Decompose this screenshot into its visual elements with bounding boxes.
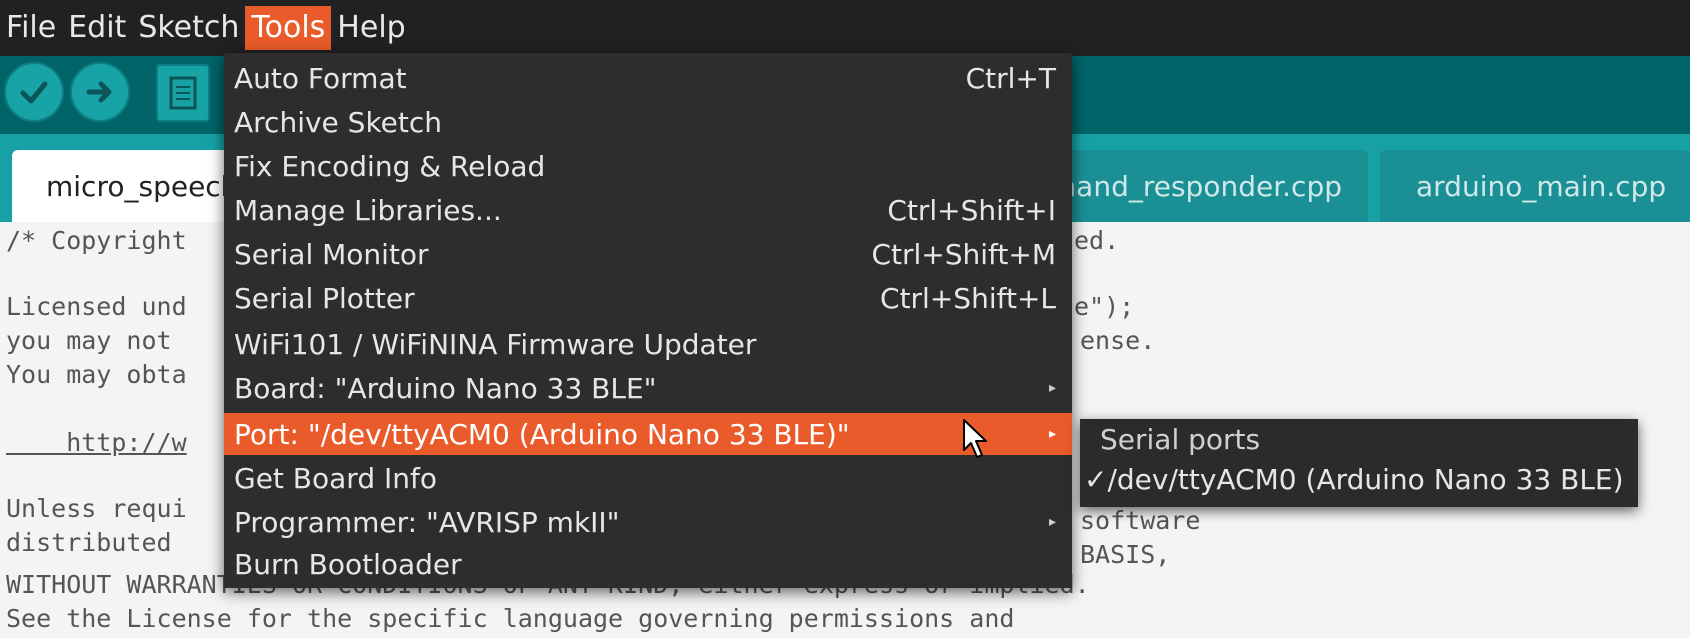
code-line: e"); — [1074, 292, 1135, 321]
menu-item-shortcut: Ctrl+Shift+I — [887, 193, 1056, 227]
menu-item-label: Fix Encoding & Reload — [234, 149, 546, 183]
menu-tools[interactable]: Tools — [245, 6, 332, 50]
menu-item-label: Get Board Info — [234, 461, 437, 495]
menu-item-board[interactable]: Board: "Arduino Nano 33 BLE" ▸ — [224, 367, 1072, 409]
menu-file[interactable]: File — [0, 6, 62, 50]
tab-label: arduino_main.cpp — [1416, 169, 1667, 203]
code-line: ed. — [1074, 226, 1120, 255]
menu-item-label: Serial Plotter — [234, 281, 415, 315]
file-icon — [169, 76, 197, 110]
menu-sketch[interactable]: Sketch — [132, 6, 245, 50]
submenu-item-port[interactable]: ✓/dev/ttyACM0 (Arduino Nano 33 BLE) — [1084, 463, 1624, 496]
code-line: distributed — [6, 528, 172, 557]
menu-item-manage-libraries[interactable]: Manage Libraries... Ctrl+Shift+I — [224, 189, 1072, 231]
tab-label: micro_speech — [46, 169, 239, 203]
menu-item-label: Archive Sketch — [234, 105, 443, 139]
menu-item-burn-bootloader[interactable]: Burn Bootloader — [224, 543, 1072, 585]
port-label: /dev/ttyACM0 (Arduino Nano 33 BLE) — [1107, 463, 1624, 496]
code-line: See the License for the specific languag… — [6, 604, 1015, 633]
menu-edit[interactable]: Edit — [62, 6, 132, 50]
check-icon — [20, 81, 48, 104]
menu-item-label: Serial Monitor — [234, 237, 429, 271]
code-line: /* Copyright — [6, 226, 187, 255]
code-line: Unless requi — [6, 494, 187, 523]
submenu-arrow-icon: ▸ — [1048, 426, 1056, 442]
menu-item-label: Manage Libraries... — [234, 193, 502, 227]
menu-item-label: WiFi101 / WiFiNINA Firmware Updater — [234, 327, 757, 361]
menu-item-auto-format[interactable]: Auto Format Ctrl+T — [224, 57, 1072, 99]
menu-item-port[interactable]: Port: "/dev/ttyACM0 (Arduino Nano 33 BLE… — [224, 413, 1072, 455]
menu-item-programmer[interactable]: Programmer: "AVRISP mkII" ▸ — [224, 501, 1072, 543]
menu-item-fix-encoding[interactable]: Fix Encoding & Reload — [224, 145, 1072, 187]
menu-item-firmware-updater[interactable]: WiFi101 / WiFiNINA Firmware Updater — [224, 323, 1072, 365]
new-sketch-button[interactable] — [156, 64, 210, 122]
mouse-cursor-icon — [963, 419, 987, 458]
menu-item-label: Programmer: "AVRISP mkII" — [234, 505, 620, 539]
menu-item-archive-sketch[interactable]: Archive Sketch — [224, 101, 1072, 143]
code-line: http://w — [6, 428, 187, 457]
upload-button[interactable] — [70, 62, 130, 122]
tab-arduino-main[interactable]: arduino_main.cpp — [1380, 150, 1690, 222]
menu-item-serial-plotter[interactable]: Serial Plotter Ctrl+Shift+L — [224, 277, 1072, 319]
menu-item-serial-monitor[interactable]: Serial Monitor Ctrl+Shift+M — [224, 233, 1072, 275]
tools-menu: Auto Format Ctrl+T Archive Sketch Fix En… — [224, 53, 1072, 588]
menu-item-label: Port: "/dev/ttyACM0 (Arduino Nano 33 BLE… — [234, 417, 850, 451]
code-line: You may obta — [6, 360, 187, 389]
code-line: Licensed und — [6, 292, 187, 321]
menu-item-shortcut: Ctrl+Shift+L — [880, 281, 1056, 315]
menu-bar: File Edit Sketch Tools Help — [0, 0, 1690, 56]
port-submenu: Serial ports ✓/dev/ttyACM0 (Arduino Nano… — [1080, 419, 1638, 507]
menu-item-get-board-info[interactable]: Get Board Info — [224, 457, 1072, 499]
submenu-arrow-icon: ▸ — [1048, 514, 1056, 530]
submenu-arrow-icon: ▸ — [1048, 380, 1056, 396]
checkmark-icon: ✓ — [1084, 463, 1108, 496]
verify-button[interactable] — [4, 62, 64, 122]
menu-item-shortcut: Ctrl+Shift+M — [871, 237, 1056, 271]
menu-item-shortcut: Ctrl+T — [965, 61, 1056, 95]
submenu-header: Serial ports — [1100, 423, 1261, 456]
code-line: ense. — [1080, 326, 1156, 355]
code-line: software — [1080, 506, 1201, 535]
code-line: BASIS, — [1080, 540, 1171, 569]
menu-item-label: Auto Format — [234, 61, 407, 95]
menu-item-label: Burn Bootloader — [234, 547, 462, 581]
code-line: you may not — [6, 326, 172, 355]
arrow-right-icon — [86, 81, 112, 103]
menu-item-label: Board: "Arduino Nano 33 BLE" — [234, 371, 657, 405]
menu-help[interactable]: Help — [331, 6, 411, 50]
